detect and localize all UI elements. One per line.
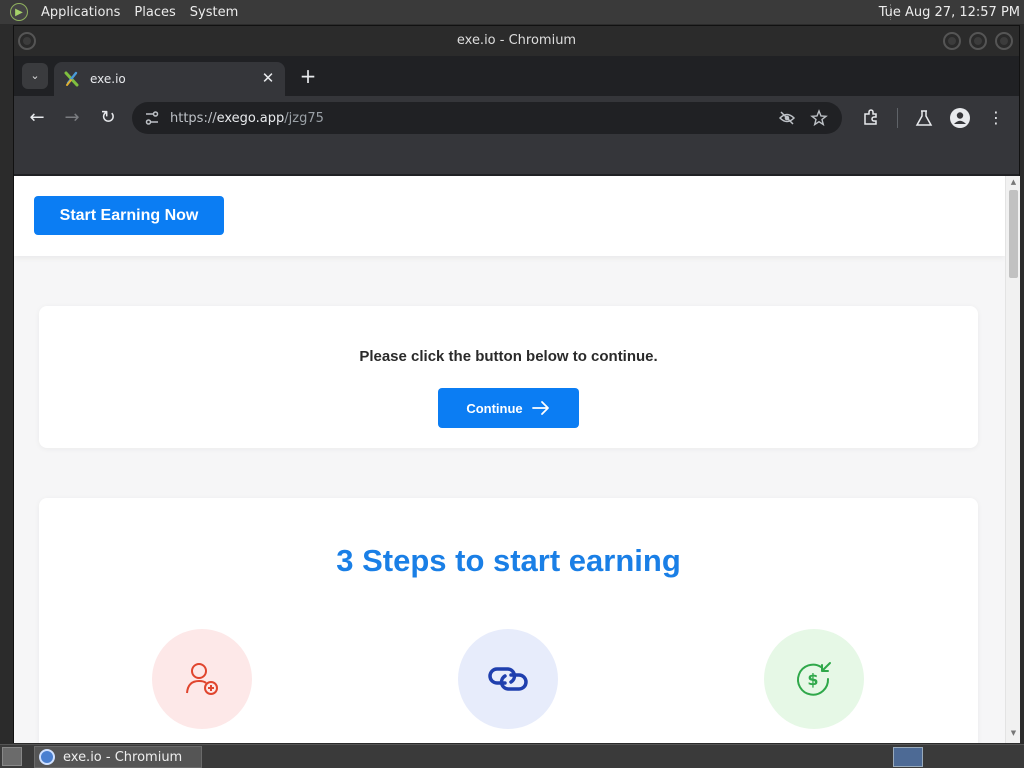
minimize-icon[interactable]	[943, 32, 961, 50]
svg-text:$: $	[807, 670, 818, 689]
close-tab-icon[interactable]: ✕	[259, 69, 277, 87]
forward-arrow-icon[interactable]: →	[60, 106, 84, 130]
url-path: /jzg75	[284, 110, 324, 126]
toolbar-divider	[897, 108, 898, 128]
start-earning-button[interactable]: Start Earning Now	[34, 196, 224, 235]
browser-window: exe.io - Chromium ⌄ exe.io ✕ + ← → ↻ htt…	[13, 25, 1020, 743]
window-title: exe.io - Chromium	[456, 33, 577, 48]
tab-strip: ⌄ exe.io ✕ +	[14, 56, 1019, 96]
tab-label: exe.io	[90, 72, 126, 86]
continue-button[interactable]: Continue	[438, 388, 579, 428]
applications-logo-icon[interactable]: ▶	[10, 3, 28, 21]
taskbar-chromium-task[interactable]: exe.io - Chromium	[34, 746, 202, 768]
continue-button-label: Continue	[466, 400, 523, 416]
exe-io-favicon-icon	[64, 71, 79, 87]
page-scrollbar[interactable]: ▲ ▼	[1005, 176, 1020, 743]
url-host: exego.app	[216, 110, 285, 126]
profile-avatar-icon[interactable]	[949, 107, 971, 129]
site-info-icon[interactable]	[144, 110, 160, 126]
chromium-icon	[39, 749, 55, 765]
menu-places[interactable]: Places	[127, 5, 182, 20]
scrollbar-thumb[interactable]	[1009, 190, 1018, 278]
menu-system[interactable]: System	[183, 5, 245, 20]
bottom-taskbar: exe.io - Chromium	[0, 744, 1024, 768]
link-icon	[488, 667, 528, 691]
arrow-right-icon	[531, 401, 549, 415]
menu-applications[interactable]: Applications	[34, 5, 127, 20]
step-1-circle	[152, 629, 252, 729]
reload-icon[interactable]: ↻	[96, 106, 120, 130]
scroll-down-icon[interactable]: ▼	[1009, 729, 1018, 737]
url-scheme: https://	[170, 110, 217, 126]
steps-card: 3 Steps to start earning $	[39, 498, 978, 743]
steps-title: 3 Steps to start earning	[336, 543, 681, 578]
scroll-up-icon[interactable]: ▲	[1009, 178, 1018, 186]
taskbar-task-label: exe.io - Chromium	[63, 749, 183, 765]
continue-card: Please click the button below to continu…	[39, 306, 978, 448]
tab-search-button[interactable]: ⌄	[22, 63, 48, 89]
show-desktop-icon[interactable]	[2, 747, 22, 766]
browser-toolbar: ← → ↻ https://exego.app/jzg75 ⋮	[14, 96, 1019, 140]
continue-message: Please click the button below to continu…	[359, 348, 658, 365]
bookmark-star-icon[interactable]	[810, 109, 828, 127]
dollar-exchange-icon: $	[797, 662, 831, 696]
extensions-icon[interactable]	[861, 108, 881, 128]
workspace-switcher-icon[interactable]	[893, 747, 923, 767]
maximize-icon[interactable]	[969, 32, 987, 50]
user-add-icon	[186, 663, 218, 695]
close-window-icon[interactable]	[995, 32, 1013, 50]
page-header: Start Earning Now	[14, 176, 1005, 256]
new-tab-button[interactable]: +	[297, 65, 319, 87]
tab-exe-io[interactable]: exe.io ✕	[54, 62, 285, 96]
step-3-circle: $	[764, 629, 864, 729]
url-text[interactable]: https://exego.app/jzg75	[170, 111, 324, 126]
labs-flask-icon[interactable]	[914, 108, 934, 128]
page-viewport: Start Earning Now Please click the butto…	[14, 176, 1005, 743]
back-arrow-icon[interactable]: ←	[25, 106, 49, 130]
top-panel: ▶ Applications Places System Tue Aug 27,…	[0, 0, 1024, 24]
step-2-circle	[458, 629, 558, 729]
panel-clock[interactable]: Tue Aug 27, 12:57 PM	[879, 5, 1020, 20]
menu-kebab-icon[interactable]: ⋮	[984, 106, 1008, 130]
eye-off-icon[interactable]	[778, 109, 796, 127]
bookmark-bar	[14, 140, 1019, 175]
window-menu-icon[interactable]	[18, 32, 36, 50]
address-bar[interactable]: https://exego.app/jzg75	[132, 102, 842, 134]
window-titlebar[interactable]: exe.io - Chromium	[14, 26, 1019, 56]
